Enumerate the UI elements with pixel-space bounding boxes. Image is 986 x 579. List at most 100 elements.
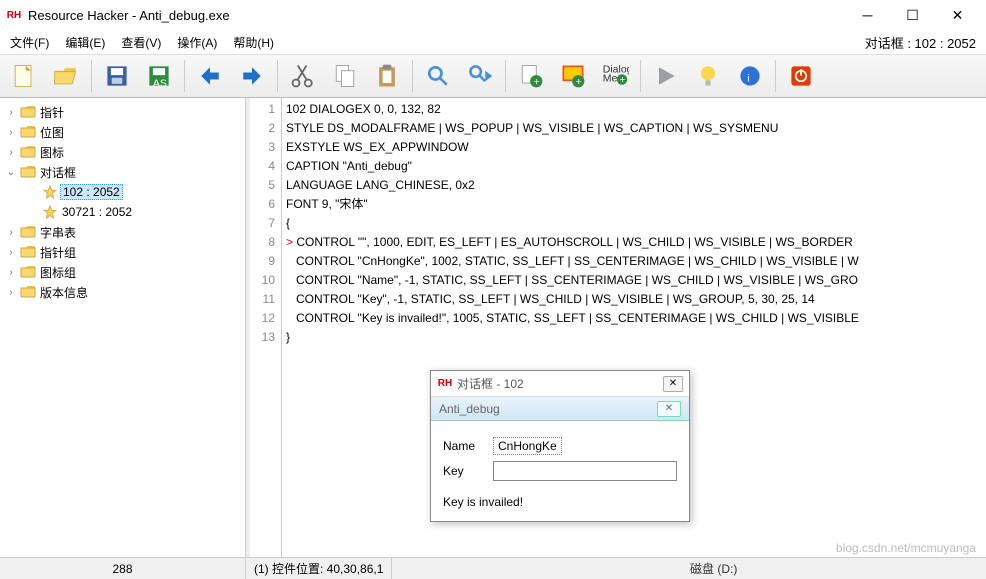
- tree-item-label: 30721 : 2052: [60, 205, 134, 219]
- tree-item[interactable]: › 版本信息: [2, 282, 243, 302]
- preview-dialog-close-button[interactable]: ✕: [657, 401, 681, 417]
- tree-item[interactable]: › 指针: [2, 102, 243, 122]
- menu-file[interactable]: 文件(F): [2, 32, 57, 53]
- svg-text:+: +: [619, 74, 625, 86]
- tree-item[interactable]: 30721 : 2052: [2, 202, 243, 222]
- code-line[interactable]: CONTROL "CnHongKe", 1002, STATIC, SS_LEF…: [286, 252, 982, 271]
- dialog-merge-button[interactable]: DialogMer+: [595, 57, 635, 95]
- menu-help[interactable]: 帮助(H): [225, 32, 282, 53]
- resource-tree[interactable]: ›指针›位图›图标⌄对话框102 : 205230721 : 2052›字串表›…: [0, 98, 246, 557]
- add-resource-button[interactable]: +: [511, 57, 551, 95]
- tree-item[interactable]: ›图标: [2, 142, 243, 162]
- find-next-button[interactable]: [460, 57, 500, 95]
- code-line[interactable]: CONTROL "Key is invailed!", 1005, STATIC…: [286, 309, 982, 328]
- tree-item-label: 指针: [38, 104, 66, 121]
- code-line[interactable]: EXSTYLE WS_EX_APPWINDOW: [286, 138, 982, 157]
- toolbar-separator: [505, 60, 506, 92]
- toolbar-separator: [184, 60, 185, 92]
- maximize-button[interactable]: ☐: [890, 0, 935, 30]
- folder-icon: [20, 244, 36, 260]
- tree-item-label: 对话框: [38, 164, 78, 181]
- tree-item-label: 102 : 2052: [60, 184, 123, 200]
- save-as-button[interactable]: AS: [139, 57, 179, 95]
- code-line[interactable]: > CONTROL "", 1000, EDIT, ES_LEFT | ES_A…: [286, 233, 982, 252]
- key-input[interactable]: [493, 461, 677, 481]
- stop-button[interactable]: [781, 57, 821, 95]
- open-button[interactable]: [46, 57, 86, 95]
- expand-icon[interactable]: ›: [4, 287, 18, 298]
- message-static: Key is invailed!: [443, 495, 677, 509]
- code-line[interactable]: CONTROL "Name", -1, STATIC, SS_LEFT | SS…: [286, 271, 982, 290]
- save-button[interactable]: [97, 57, 137, 95]
- preview-frame-title: 对话框 - 102: [457, 375, 663, 392]
- find-button[interactable]: [418, 57, 458, 95]
- close-button[interactable]: ✕: [935, 0, 980, 30]
- star-icon: [42, 204, 58, 220]
- tree-item[interactable]: ›图标组: [2, 262, 243, 282]
- expand-icon[interactable]: ›: [4, 147, 18, 158]
- expand-icon[interactable]: ›: [4, 227, 18, 238]
- h-scrollbar[interactable]: [282, 540, 986, 557]
- code-line[interactable]: }: [286, 328, 982, 347]
- code-line[interactable]: 102 DIALOGEX 0, 0, 132, 82: [286, 100, 982, 119]
- minimize-button[interactable]: ─: [845, 0, 890, 30]
- window-controls: ─ ☐ ✕: [845, 0, 980, 30]
- paste-button[interactable]: [367, 57, 407, 95]
- folder-icon: [20, 124, 36, 140]
- preview-body: Name CnHongKe Key Key is invailed!: [431, 421, 689, 521]
- tree-item[interactable]: ⌄ 对话框: [2, 162, 243, 182]
- undo-button[interactable]: [190, 57, 230, 95]
- tree-item[interactable]: ›指针组: [2, 242, 243, 262]
- menubar-path: 对话框 : 102 : 2052: [865, 33, 984, 52]
- svg-text:i: i: [747, 72, 749, 84]
- preview-dialog-caption[interactable]: Anti_debug ✕: [431, 397, 689, 421]
- tree-item[interactable]: › 位图: [2, 122, 243, 142]
- tree-item[interactable]: › 字串表: [2, 222, 243, 242]
- window-titlebar: RH Resource Hacker - Anti_debug.exe ─ ☐ …: [0, 0, 986, 30]
- redo-button[interactable]: [232, 57, 272, 95]
- expand-icon[interactable]: ⌄: [4, 167, 18, 178]
- preview-frame-close-button[interactable]: ✕: [663, 376, 683, 392]
- new-button[interactable]: [4, 57, 44, 95]
- menu-view[interactable]: 查看(V): [113, 32, 169, 53]
- replace-resource-button[interactable]: +: [553, 57, 593, 95]
- tree-item-label: 位图: [38, 124, 66, 141]
- code-line[interactable]: FONT 9, "宋体": [286, 195, 982, 214]
- toolbar-separator: [775, 60, 776, 92]
- preview-frame-titlebar[interactable]: RH 对话框 - 102 ✕: [431, 371, 689, 397]
- expand-icon[interactable]: ›: [4, 107, 18, 118]
- menu-edit[interactable]: 编辑(E): [57, 32, 113, 53]
- menubar: 文件(F) 编辑(E) 查看(V) 操作(A) 帮助(H) 对话框 : 102 …: [0, 30, 986, 54]
- expand-icon[interactable]: ›: [4, 247, 18, 258]
- expand-icon[interactable]: ›: [4, 127, 18, 138]
- line-gutter: 12345678910111213: [250, 98, 282, 557]
- cut-button[interactable]: [283, 57, 323, 95]
- folder-icon: [20, 164, 36, 180]
- tree-item[interactable]: 102 : 2052: [2, 182, 243, 202]
- folder-icon: [20, 264, 36, 280]
- status-left: 288: [0, 558, 246, 579]
- footer-extra: 磁盘 (D:): [690, 560, 737, 577]
- name-label: Name: [443, 439, 493, 453]
- key-label: Key: [443, 464, 493, 478]
- dialog-preview-window[interactable]: RH 对话框 - 102 ✕ Anti_debug ✕ Name CnHongK…: [430, 370, 690, 522]
- copy-button[interactable]: [325, 57, 365, 95]
- app-icon: RH: [437, 378, 453, 389]
- code-line[interactable]: {: [286, 214, 982, 233]
- preview-caption-text: Anti_debug: [439, 402, 500, 416]
- toolbar-separator: [91, 60, 92, 92]
- code-line[interactable]: CAPTION "Anti_debug": [286, 157, 982, 176]
- window-title: Resource Hacker - Anti_debug.exe: [28, 8, 845, 23]
- bulb-button[interactable]: [688, 57, 728, 95]
- folder-icon: [20, 224, 36, 240]
- tree-item-label: 字串表: [38, 224, 78, 241]
- code-line[interactable]: LANGUAGE LANG_CHINESE, 0x2: [286, 176, 982, 195]
- expand-icon[interactable]: ›: [4, 267, 18, 278]
- compile-button[interactable]: [646, 57, 686, 95]
- tree-item-label: 版本信息: [38, 284, 90, 301]
- menu-action[interactable]: 操作(A): [169, 32, 225, 53]
- info-button[interactable]: i: [730, 57, 770, 95]
- code-line[interactable]: CONTROL "Key", -1, STATIC, SS_LEFT | WS_…: [286, 290, 982, 309]
- code-line[interactable]: STYLE DS_MODALFRAME | WS_POPUP | WS_VISI…: [286, 119, 982, 138]
- folder-icon: [20, 284, 36, 300]
